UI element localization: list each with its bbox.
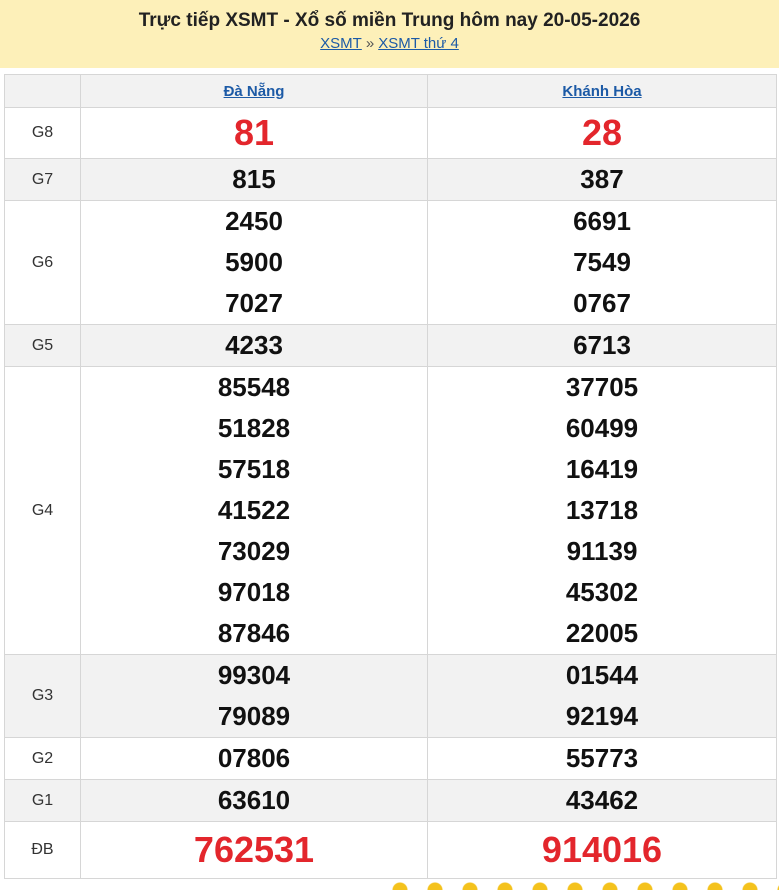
result-number: 22005 [565, 618, 639, 648]
result-number: 99304 [217, 660, 291, 690]
result-number: 815 [232, 164, 276, 194]
result-cell: 815 [80, 158, 428, 201]
result-number: 07806 [217, 743, 291, 773]
result-number: 73029 [217, 536, 291, 566]
result-cell: 6691 7549 0767 [427, 200, 777, 325]
result-number: 97018 [217, 577, 291, 607]
result-number: 01544 [565, 660, 639, 690]
result-number: 60499 [565, 413, 639, 443]
result-number: 762531 [193, 829, 315, 870]
prize-row: G8 81 28 [4, 107, 777, 159]
result-number: 87846 [217, 618, 291, 648]
prize-row: G7 815 387 [4, 158, 777, 201]
result-number: 16419 [565, 454, 639, 484]
prize-label: G2 [4, 737, 81, 780]
province-header: Đà Nẵng [80, 74, 428, 108]
prize-label: G6 [4, 200, 81, 325]
result-number: 91139 [566, 536, 638, 566]
result-number: 2450 [225, 206, 283, 236]
prize-label: G5 [4, 324, 81, 367]
result-number: 6691 [573, 206, 631, 236]
result-cell: 85548 51828 57518 41522 73029 97018 87846 [80, 366, 428, 655]
result-number: 0767 [573, 288, 631, 318]
result-number: 43462 [565, 785, 639, 815]
prize-row: ĐB 762531 914016 [4, 821, 777, 879]
result-cell: 4233 [80, 324, 428, 367]
result-number: 387 [580, 164, 624, 194]
result-number: 79089 [217, 701, 291, 731]
decorative-dots [392, 882, 779, 890]
breadcrumb-link-xsmt[interactable]: XSMT [320, 35, 362, 52]
result-number: 41522 [217, 495, 291, 525]
result-number: 4233 [225, 330, 283, 360]
result-number: 85548 [217, 372, 291, 402]
result-cell: 387 [427, 158, 777, 201]
result-cell: 81 [80, 107, 428, 159]
prize-row: G2 07806 55773 [4, 737, 777, 780]
prize-row: G1 63610 43462 [4, 779, 777, 822]
prize-row: G5 4233 6713 [4, 324, 777, 367]
result-number: 6713 [573, 330, 631, 360]
result-cell: 01544 92194 [427, 654, 777, 738]
prize-label: G8 [4, 107, 81, 159]
result-number: 5900 [225, 247, 283, 277]
result-cell: 43462 [427, 779, 777, 822]
prize-label: G1 [4, 779, 81, 822]
prize-row: G6 2450 5900 7027 6691 7549 0767 [4, 200, 777, 325]
result-number: 63610 [217, 785, 291, 815]
page-title: Trực tiếp XSMT - Xổ số miền Trung hôm na… [138, 10, 641, 31]
breadcrumb-separator: » [365, 35, 375, 52]
result-cell: 762531 [80, 821, 428, 879]
result-number: 13718 [565, 495, 639, 525]
results-table: Đà Nẵng Khánh Hòa G8 81 28 G7 815 387 G6 2450 59… [4, 74, 777, 879]
result-cell: 28 [427, 107, 777, 159]
page-header: Trực tiếp XSMT - Xổ số miền Trung hôm na… [0, 0, 779, 68]
prize-label: ĐB [4, 821, 81, 879]
prize-row: G4 85548 51828 57518 41522 73029 97018 87846 377… [4, 366, 777, 655]
result-number: 55773 [565, 743, 639, 773]
result-cell: 2450 5900 7027 [80, 200, 428, 325]
province-link-khanh-hoa[interactable]: Khánh Hòa [562, 83, 641, 100]
result-cell: 99304 79089 [80, 654, 428, 738]
result-number: 7549 [573, 247, 631, 277]
result-number: 92194 [565, 701, 639, 731]
result-number: 51828 [217, 413, 291, 443]
result-number: 7027 [225, 288, 283, 318]
prize-column-header [4, 74, 81, 108]
result-cell: 63610 [80, 779, 428, 822]
result-number: 45302 [565, 577, 639, 607]
result-cell: 55773 [427, 737, 777, 780]
result-number: 914016 [541, 829, 663, 870]
result-number: 28 [581, 112, 623, 153]
province-link-da-nang[interactable]: Đà Nẵng [224, 83, 285, 100]
result-cell: 6713 [427, 324, 777, 367]
prize-row: G3 99304 79089 01544 92194 [4, 654, 777, 738]
prize-label: G7 [4, 158, 81, 201]
province-header: Khánh Hòa [427, 74, 777, 108]
result-number: 57518 [217, 454, 291, 484]
prize-label: G4 [4, 366, 81, 655]
breadcrumb-link-xsmt-thu-4[interactable]: XSMT thứ 4 [378, 35, 459, 52]
result-cell: 37705 60499 16419 13718 91139 45302 22005 [427, 366, 777, 655]
result-number: 81 [233, 112, 275, 153]
result-number: 37705 [565, 372, 639, 402]
result-cell: 07806 [80, 737, 428, 780]
result-cell: 914016 [427, 821, 777, 879]
table-header-row: Đà Nẵng Khánh Hòa [4, 74, 777, 108]
breadcrumb: XSMT» XSMT thứ 4 [0, 35, 779, 53]
prize-label: G3 [4, 654, 81, 738]
